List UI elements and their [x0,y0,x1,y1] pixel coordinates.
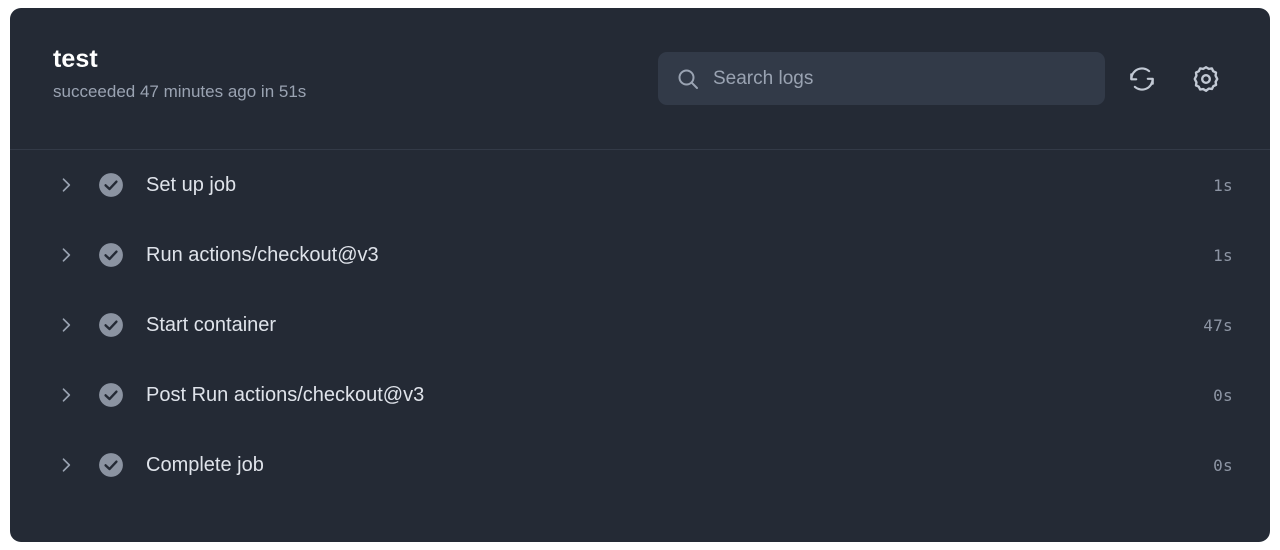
status-success-icon [98,312,124,338]
step-row[interactable]: Start container 47s [10,290,1270,360]
page-title: test [53,45,98,73]
steps-list: Set up job 1s Run actions/checkout@v3 1s… [10,150,1270,500]
settings-button[interactable] [1179,52,1233,105]
step-row[interactable]: Post Run actions/checkout@v3 0s [10,360,1270,430]
step-label: Run actions/checkout@v3 [146,244,379,266]
job-status-line: succeeded 47 minutes ago in 51s [53,82,307,101]
search-box[interactable] [658,52,1105,105]
page-root: test succeeded 47 minutes ago in 51s Sea… [0,0,1280,550]
panel-header: test succeeded 47 minutes ago in 51s [10,8,1270,150]
refresh-icon [1127,64,1157,94]
gear-icon [1191,64,1221,94]
header-title-group: test succeeded 47 minutes ago in 51s [53,44,306,103]
chevron-right-icon[interactable] [53,172,79,198]
step-duration: 47s [1203,315,1233,335]
chevron-right-icon[interactable] [53,312,79,338]
status-success-icon [98,382,124,408]
step-label: Start container [146,314,277,336]
step-row[interactable]: Complete job 0s [10,430,1270,500]
search-input[interactable] [713,66,1087,91]
step-duration: 0s [1213,385,1233,405]
search-icon [676,67,700,91]
step-label: Set up job [146,174,237,196]
job-log-panel: test succeeded 47 minutes ago in 51s Sea… [10,8,1270,542]
status-success-icon [98,452,124,478]
status-success-icon [98,242,124,268]
step-label: Complete job [146,454,264,476]
chevron-right-icon[interactable] [53,242,79,268]
chevron-right-icon[interactable] [53,382,79,408]
chevron-right-icon[interactable] [53,452,79,478]
step-duration: 1s [1213,245,1233,265]
step-duration: 0s [1213,455,1233,475]
status-success-icon [98,172,124,198]
header-controls [658,52,1233,105]
step-row[interactable]: Run actions/checkout@v3 1s [10,220,1270,290]
step-label: Post Run actions/checkout@v3 [146,384,425,406]
step-row[interactable]: Set up job 1s [10,150,1270,220]
step-duration: 1s [1213,175,1233,195]
refresh-button[interactable] [1115,52,1169,105]
